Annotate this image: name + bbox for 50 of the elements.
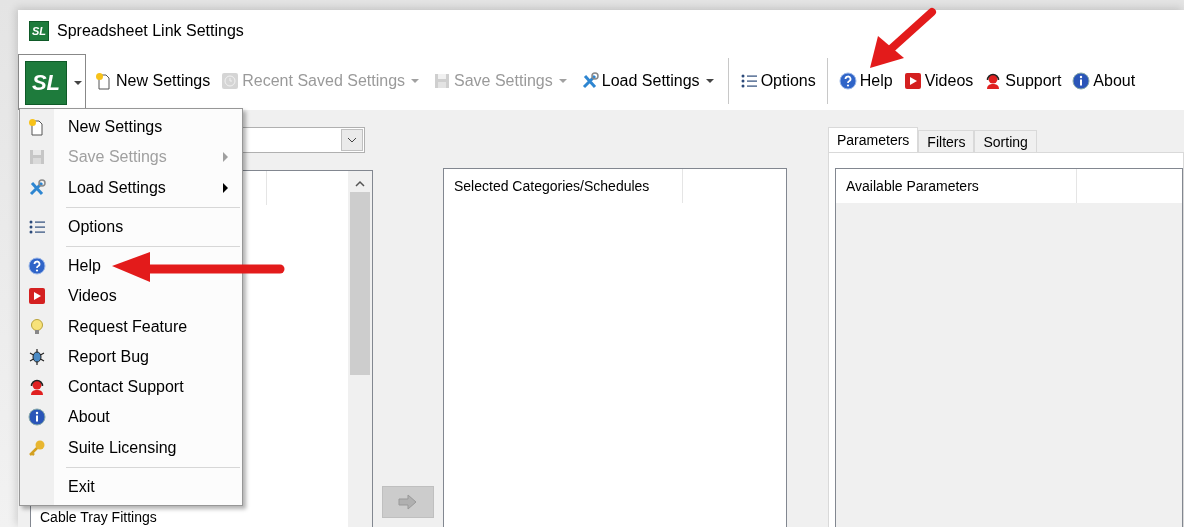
tab[interactable]: Sorting (974, 130, 1037, 152)
help-icon (28, 257, 46, 276)
menu-item[interactable]: Contact Support (20, 371, 242, 403)
menu-item[interactable]: Options (20, 211, 242, 242)
help-icon (838, 72, 857, 90)
right-arrow-icon (397, 494, 419, 510)
info-icon (28, 408, 46, 427)
play-icon (28, 287, 46, 306)
headset-person-icon (28, 378, 46, 397)
toolbar-button[interactable]: About (1070, 70, 1138, 92)
toolbar-button[interactable]: Help (836, 70, 895, 92)
clock-icon (221, 72, 240, 90)
menu-item[interactable]: Load Settings (20, 172, 242, 203)
lightbulb-icon (28, 317, 46, 336)
menu-item[interactable]: New Settings (20, 112, 242, 143)
column-header[interactable]: Selected Categories/Schedules (444, 169, 683, 203)
toolbar-button[interactable]: Options (737, 70, 818, 92)
tab[interactable]: Parameters (828, 127, 919, 152)
menu-item[interactable]: Videos (20, 281, 242, 312)
save-icon (28, 148, 46, 167)
list-icon (739, 72, 758, 90)
app-logo: SL (25, 60, 67, 105)
menu-item[interactable]: Exit (20, 471, 242, 502)
scrollbar-thumb[interactable] (350, 192, 370, 375)
save-icon (433, 72, 452, 90)
menu-item[interactable]: About (20, 402, 242, 433)
tools-icon (28, 178, 46, 197)
bug-icon (28, 347, 46, 366)
tab[interactable]: Filters (918, 130, 975, 152)
app-menu-button[interactable]: SL (18, 54, 86, 110)
toolbar-button[interactable]: Load Settings (578, 70, 719, 92)
menu-item[interactable]: Request Feature (20, 311, 242, 342)
annotation-arrow (870, 8, 936, 68)
tools-icon (580, 72, 599, 90)
menu-item[interactable]: Report Bug (20, 341, 242, 372)
chevron-down-icon (347, 137, 357, 143)
key-icon (28, 438, 46, 457)
new-document-icon (95, 72, 113, 90)
window-title: Spreadsheet Link Settings (57, 22, 244, 40)
toolbar-button[interactable]: Videos (901, 70, 976, 92)
menu-item[interactable]: Help (20, 250, 242, 282)
app-logo: SL (29, 21, 49, 41)
info-icon (1072, 72, 1091, 90)
play-icon (903, 72, 922, 90)
list-item[interactable]: Cable Tray Fittings (31, 509, 348, 527)
new-document-icon (28, 118, 46, 137)
toolbar-button[interactable]: Support (982, 70, 1064, 92)
toolbar-button[interactable]: New Settings (93, 70, 213, 92)
chevron-up-icon (355, 180, 365, 188)
menu-item[interactable]: Suite Licensing (20, 432, 242, 463)
